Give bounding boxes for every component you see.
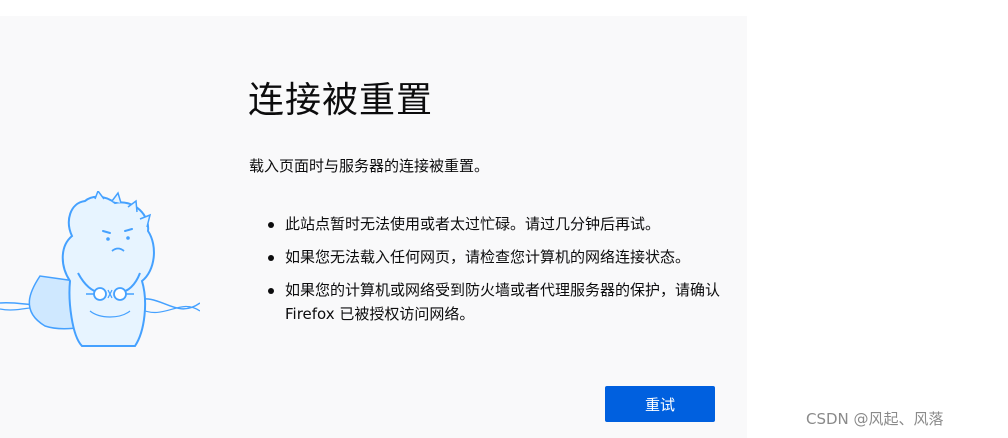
retry-button[interactable]: 重试: [605, 386, 715, 422]
disconnected-plug-dinosaur-icon: [0, 191, 200, 347]
error-panel: 连接被重置 载入页面时与服务器的连接被重置。 此站点暂时无法使用或者太过忙碌。请…: [0, 16, 747, 438]
list-item: 如果您的计算机或网络受到防火墙或者代理服务器的保护，请确认 Firefox 已被…: [265, 278, 735, 326]
list-item: 如果您无法载入任何网页，请检查您计算机的网络连接状态。: [265, 245, 735, 269]
page-title: 连接被重置: [248, 80, 434, 121]
error-description: 载入页面时与服务器的连接被重置。: [249, 157, 490, 175]
tips-list: 此站点暂时无法使用或者太过忙碌。请过几分钟后再试。 如果您无法载入任何网页，请检…: [265, 212, 735, 335]
list-item: 此站点暂时无法使用或者太过忙碌。请过几分钟后再试。: [265, 212, 735, 236]
watermark: CSDN @风起、风落: [806, 410, 944, 428]
